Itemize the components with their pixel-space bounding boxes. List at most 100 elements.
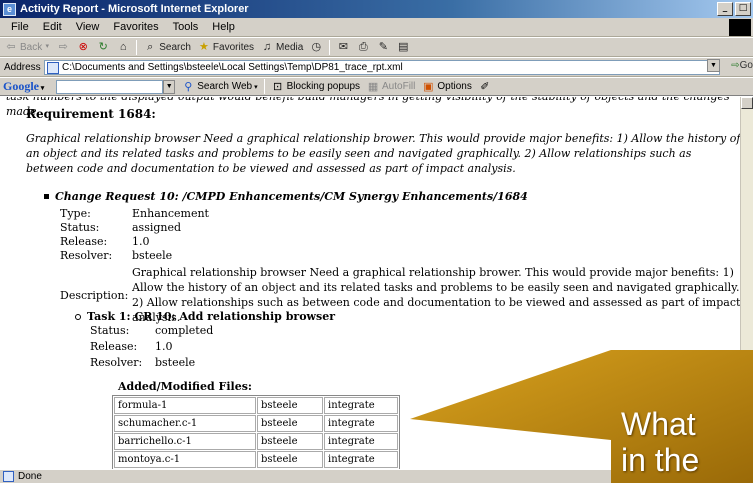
field-label: Resolver: (60, 249, 113, 262)
field-label: Status: (90, 324, 130, 337)
restore-button[interactable]: □ (735, 2, 751, 16)
menu-help[interactable]: Help (205, 21, 242, 33)
table-row: formula-1 bsteele integrate (114, 397, 398, 414)
back-label: Back (20, 41, 43, 53)
menu-view[interactable]: View (69, 21, 107, 33)
google-logo-text: Google (3, 79, 39, 93)
address-input[interactable]: C:\Documents and Settings\bsteele\Local … (44, 60, 720, 75)
requirement-description: Graphical relationship browser Need a gr… (26, 132, 741, 175)
media-icon: ♫ (262, 41, 272, 53)
popup-blocker-button[interactable]: ⊡ Blocking popups (271, 80, 360, 94)
status-bar: Done (0, 469, 753, 483)
home-icon[interactable]: ⌂ (116, 40, 130, 54)
options-button[interactable]: ▣ Options (421, 80, 472, 94)
google-search-dropdown[interactable]: ▼ (163, 79, 176, 94)
refresh-icon[interactable]: ↻ (96, 40, 110, 54)
go-button[interactable]: ⇨Go (731, 60, 753, 71)
table-row: barrichello.c-1 bsteele integrate (114, 433, 398, 450)
standard-toolbar: ⇦ Back ▾ ⇨ ⊗ ↻ ⌂ ⌕ Search ★ Favorites ♫ … (0, 38, 753, 57)
google-logo[interactable]: Google ▾ (3, 79, 44, 94)
toolbar-separator (263, 79, 265, 94)
go-label: Go (739, 60, 753, 71)
file-status-cell: integrate (324, 397, 398, 414)
discuss-icon[interactable]: ▤ (396, 40, 410, 54)
file-status-cell: integrate (324, 415, 398, 432)
chevron-down-icon: ▾ (39, 84, 45, 92)
status-text: Done (18, 471, 42, 482)
menu-edit[interactable]: Edit (36, 21, 69, 33)
stop-icon[interactable]: ⊗ (76, 40, 90, 54)
field-release: Release: 1.0 (60, 234, 150, 249)
ie-icon: e (3, 2, 16, 16)
change-request-title-text: Change Request 10: /CMPD Enhancements/CM… (55, 190, 528, 203)
address-value: C:\Documents and Settings\bsteele\Local … (62, 62, 403, 73)
autofill-label: AutoFill (382, 81, 416, 92)
field-label: Status: (60, 221, 100, 234)
field-label: Resolver: (90, 356, 143, 369)
file-owner-cell: bsteele (257, 397, 323, 414)
title-bar: e Activity Report - Microsoft Internet E… (0, 0, 753, 18)
search-label: Search (159, 41, 191, 53)
circle-bullet-icon (75, 313, 81, 320)
chevron-down-icon: ▾ (45, 43, 49, 50)
toolbar-separator (136, 39, 138, 55)
menu-file[interactable]: File (4, 21, 36, 33)
mail-icon[interactable]: ✉ (336, 40, 350, 54)
google-search-input[interactable] (56, 79, 164, 94)
windows-logo-icon (729, 19, 751, 36)
menu-favorites[interactable]: Favorites (106, 21, 165, 33)
page-icon (3, 471, 14, 482)
scroll-up-button[interactable] (741, 97, 753, 109)
field-value: 1.0 (132, 235, 150, 248)
print-icon[interactable]: ⎙ (356, 40, 370, 54)
autofill-button[interactable]: ▦ AutoFill (366, 80, 416, 94)
task-field-status: Status: completed (90, 323, 213, 338)
edit-icon[interactable]: ✎ (376, 40, 390, 54)
field-value: bsteele (132, 249, 173, 262)
back-button[interactable]: ⇦ Back ▾ (4, 40, 50, 54)
menu-tools[interactable]: Tools (166, 21, 206, 33)
field-type: Type: Enhancement (60, 206, 209, 221)
favorites-label: Favorites (212, 41, 255, 53)
highlighter-icon[interactable]: ✐ (478, 80, 492, 94)
table-row: schumacher.c-1 bsteele integrate (114, 415, 398, 432)
search-button[interactable]: ⌕ Search (143, 40, 191, 54)
field-label: Description: (60, 288, 129, 302)
task-title: Task 1: CR 10: Add relationship browser (75, 310, 335, 323)
file-name-cell: barrichello.c-1 (114, 433, 256, 450)
task-field-resolver: Resolver: bsteele (90, 355, 195, 370)
field-value: assigned (132, 221, 182, 234)
requirement-heading: Requirement 1684: (26, 107, 156, 121)
field-label: Type: (60, 207, 91, 220)
field-resolver: Resolver: bsteele (60, 248, 172, 263)
search-web-button[interactable]: ⚲ Search Web ▾ (181, 80, 257, 94)
change-request-title: Change Request 10: /CMPD Enhancements/CM… (44, 190, 528, 203)
task-title-text: Task 1: CR 10: Add relationship browser (87, 310, 335, 323)
field-label: Release: (60, 235, 108, 248)
field-value: bsteele (155, 356, 196, 369)
address-bar: Address C:\Documents and Settings\bsteel… (0, 58, 753, 77)
options-icon: ▣ (423, 80, 434, 93)
file-name-cell: formula-1 (114, 397, 256, 414)
file-status-cell: integrate (324, 451, 398, 468)
popup-blocker-icon: ⊡ (273, 80, 283, 93)
field-value: Enhancement (132, 207, 209, 220)
page-icon (47, 61, 59, 74)
favorites-star-icon: ★ (198, 41, 209, 53)
options-label: Options (437, 81, 472, 92)
history-icon[interactable]: ◷ (309, 40, 323, 54)
field-label: Release: (90, 340, 138, 353)
chevron-down-icon: ▾ (254, 83, 258, 91)
file-owner-cell: bsteele (257, 415, 323, 432)
media-button[interactable]: ♫ Media (260, 40, 303, 54)
table-row: montoya.c-1 bsteele integrate (114, 451, 398, 468)
file-name-cell: montoya.c-1 (114, 451, 256, 468)
file-status-cell: integrate (324, 433, 398, 450)
favorites-button[interactable]: ★ Favorites (197, 40, 254, 54)
search-web-label: Search Web (197, 81, 253, 92)
media-label: Media (276, 41, 304, 53)
vertical-scrollbar[interactable] (740, 97, 753, 469)
forward-arrow-icon[interactable]: ⇨ (56, 40, 70, 54)
minimize-button[interactable]: _ (717, 2, 733, 16)
address-dropdown-button[interactable]: ▼ (707, 59, 720, 72)
